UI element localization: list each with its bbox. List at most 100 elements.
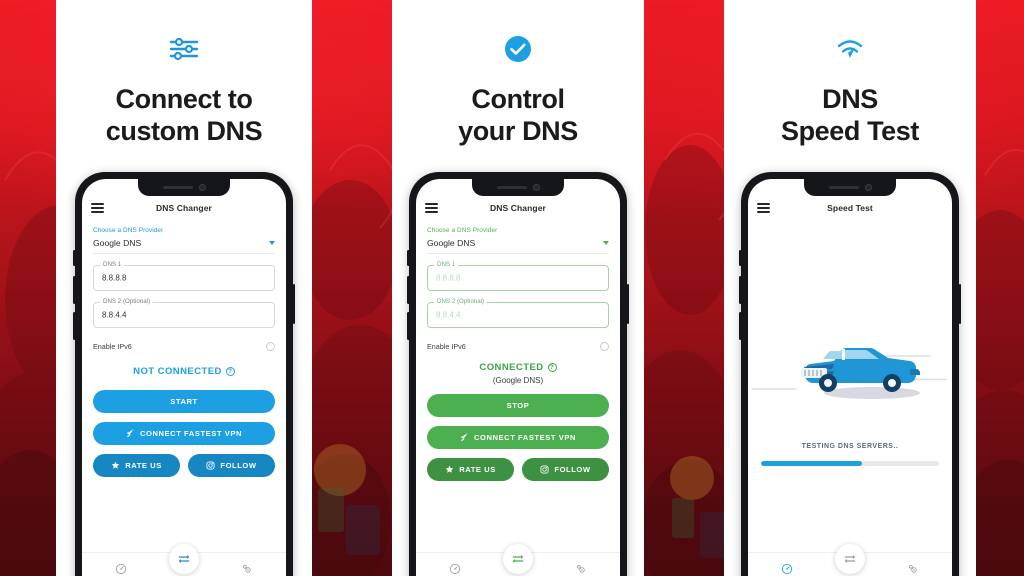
front-camera [198, 184, 206, 191]
phone-screen: Speed Test TESTING DNS SERVERS.. [748, 179, 952, 576]
phone-mockup: Speed Test TESTING DNS SERVERS.. [739, 172, 961, 576]
phone-notch [804, 179, 896, 196]
phone-power-button [292, 284, 295, 324]
app-content: Choose a DNS Provider Google DNS DNS 1 8… [82, 217, 286, 477]
instagram-icon [540, 465, 549, 474]
radio-off-icon[interactable] [266, 342, 275, 351]
page-title: Connect to custom DNS [56, 84, 312, 148]
dns2-value: 8.8.4.4 [436, 310, 461, 320]
ipv6-row[interactable]: Enable IPv6 [93, 342, 275, 351]
phone-mute-switch [407, 250, 410, 266]
provider-label: Choose a DNS Provider [427, 227, 498, 234]
gear-icon [909, 564, 917, 573]
sidebar-item-speed-test[interactable]: Speed Test [432, 563, 478, 576]
dns2-label: DNS 2 (Optional) [434, 297, 488, 305]
phone-mute-switch [73, 250, 76, 266]
page-title-line1: DNS [822, 84, 878, 114]
rate-us-label: RATE US [459, 465, 496, 474]
page-title-line2: Speed Test [780, 115, 920, 146]
dns2-field[interactable]: DNS 2 (Optional) 8.8.4.4 [427, 297, 609, 328]
page-title-line1: Connect to [115, 84, 253, 114]
social-button-row: RATE US FOLLOW [427, 458, 609, 481]
provider-value: Google DNS [93, 238, 142, 248]
phone-volume-up [739, 276, 742, 304]
status-badge: NOT CONNECTED ? [93, 366, 275, 377]
sidebar-item-advanced[interactable]: Advanced [224, 563, 270, 576]
dns-swap-icon[interactable] [503, 544, 533, 574]
dns2-value: 8.8.4.4 [102, 310, 127, 320]
provider-select[interactable]: Google DNS [93, 238, 275, 254]
panel-header: DNS Speed Test [724, 0, 976, 148]
rate-us-button[interactable]: RATE US [427, 458, 514, 481]
speedometer-icon [781, 563, 793, 574]
speedometer-icon [115, 563, 127, 574]
connect-fastest-vpn-button[interactable]: CONNECT FASTEST VPN [93, 422, 275, 445]
status-badge: CONNECTED ? [427, 362, 609, 373]
sidebar-item-advanced[interactable]: Advanced [890, 563, 936, 576]
rate-us-label: RATE US [125, 461, 162, 470]
phone-volume-down [407, 312, 410, 340]
status-text: NOT CONNECTED [133, 366, 222, 377]
feature-panel-2: Control your DNS DNS Changer Choose a DN… [392, 0, 644, 576]
sliders-icon [56, 32, 312, 66]
dns-swap-icon[interactable] [169, 544, 199, 574]
earpiece-speaker [828, 185, 859, 190]
page-title: Control your DNS [392, 84, 644, 148]
phone-volume-down [73, 312, 76, 340]
star-icon [111, 461, 120, 469]
page-title-line2: your DNS [458, 115, 578, 146]
start-button-label: START [170, 397, 198, 406]
earpiece-speaker [496, 185, 527, 190]
caret-down-icon [269, 241, 275, 245]
provider-value: Google DNS [427, 238, 476, 248]
follow-button[interactable]: FOLLOW [522, 458, 609, 481]
gear-icon [243, 564, 251, 573]
rocket-icon [460, 433, 468, 442]
dns-swap-icon[interactable] [835, 544, 865, 574]
phone-power-button [626, 284, 629, 324]
sidebar-item-speed-test[interactable]: Speed Test [764, 563, 810, 576]
follow-button[interactable]: FOLLOW [188, 454, 275, 477]
earpiece-speaker [162, 185, 193, 190]
phone-mockup: DNS Changer Choose a DNS Provider Google… [73, 172, 295, 576]
feature-panel-3: DNS Speed Test Speed Test TESTING DNS SE… [724, 0, 976, 576]
sidebar-item-speed-test[interactable]: Speed Test [98, 563, 144, 576]
start-button[interactable]: START [93, 390, 275, 413]
phone-screen: DNS Changer Choose a DNS Provider Google… [82, 179, 286, 576]
sidebar-item-advanced[interactable]: Advanced [558, 563, 604, 576]
progress-bar-fill [761, 461, 863, 466]
social-button-row: RATE US FOLLOW [93, 454, 275, 477]
phone-screen: DNS Changer Choose a DNS Provider Google… [416, 179, 620, 576]
dns2-field[interactable]: DNS 2 (Optional) 8.8.4.4 [93, 297, 275, 328]
phone-notch [472, 179, 564, 196]
instagram-icon [206, 461, 215, 470]
blue-car-illustration [748, 335, 952, 406]
phone-mute-switch [739, 250, 742, 266]
progress-bar-track [761, 461, 939, 466]
dns1-field[interactable]: DNS 1 8.8.8.8 [93, 260, 275, 291]
app-bar-title: Speed Test [827, 203, 873, 213]
front-camera [864, 184, 872, 191]
caret-down-icon [603, 241, 609, 245]
question-mark-icon[interactable]: ? [225, 367, 235, 376]
question-mark-icon[interactable]: ? [547, 363, 557, 372]
star-icon [445, 465, 454, 473]
phone-mockup: DNS Changer Choose a DNS Provider Google… [407, 172, 629, 576]
rate-us-button[interactable]: RATE US [93, 454, 180, 477]
app-bar-title: DNS Changer [156, 203, 212, 213]
wifi-speed-icon [724, 32, 976, 66]
dns1-label: DNS 1 [434, 260, 459, 268]
ipv6-row[interactable]: Enable IPv6 [427, 342, 609, 351]
phone-power-button [958, 284, 961, 324]
follow-label: FOLLOW [554, 465, 591, 474]
stop-button[interactable]: STOP [427, 394, 609, 417]
dns1-field[interactable]: DNS 1 8.8.8.8 [427, 260, 609, 291]
feature-panel-1: Connect to custom DNS DNS Changer Choose… [56, 0, 312, 576]
provider-select[interactable]: Google DNS [427, 238, 609, 254]
dns1-value: 8.8.8.8 [102, 273, 127, 283]
page-title-line2: custom DNS [105, 115, 263, 146]
connect-fastest-vpn-button[interactable]: CONNECT FASTEST VPN [427, 426, 609, 449]
panel-header: Connect to custom DNS [56, 0, 312, 148]
radio-off-icon[interactable] [600, 342, 609, 351]
speed-test-stage [748, 217, 952, 437]
